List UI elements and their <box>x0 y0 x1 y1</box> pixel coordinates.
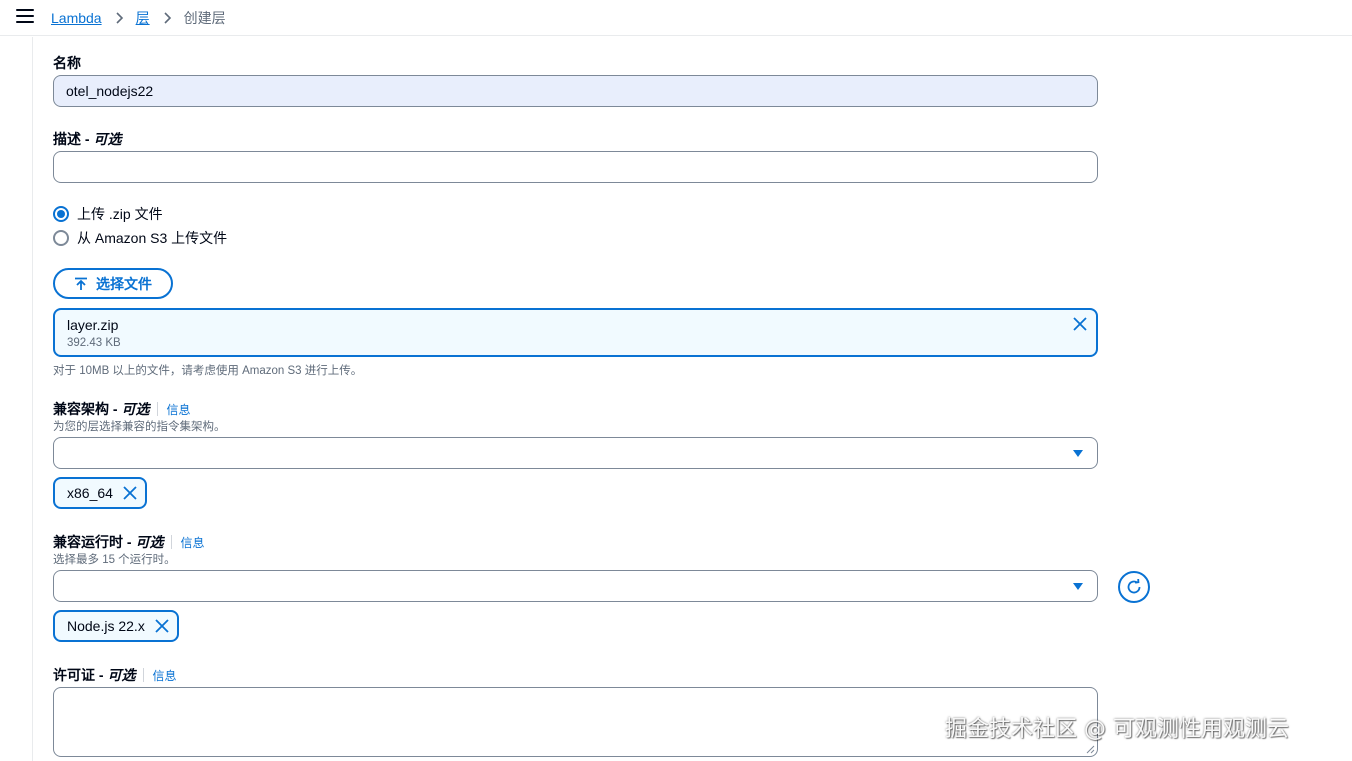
choose-file-button[interactable]: 选择文件 <box>53 268 173 299</box>
breadcrumb: Lambda 层 创建层 <box>51 8 226 28</box>
runtimes-info-link[interactable]: 信息 <box>180 536 204 550</box>
radio-unselected-icon[interactable] <box>53 230 69 246</box>
file-size: 392.43 KB <box>67 337 121 349</box>
left-rail-divider <box>32 37 33 761</box>
runtimes-description: 选择最多 15 个运行时。 <box>53 554 176 566</box>
selected-file-card: layer.zip 392.43 KB <box>53 308 1098 357</box>
license-label-text: 许可证 - <box>53 667 108 683</box>
radio-upload-zip-label: 上传 .zip 文件 <box>77 206 163 222</box>
architectures-select[interactable] <box>53 437 1098 469</box>
breadcrumb-lambda-link[interactable]: Lambda <box>51 10 102 26</box>
remove-token-icon[interactable] <box>155 619 169 633</box>
name-label: 名称 <box>53 55 81 71</box>
architectures-label: 兼容架构 - 可选 信息 <box>53 399 190 419</box>
optional-tag: 可选 <box>107 667 136 683</box>
remove-file-icon[interactable] <box>1073 317 1087 334</box>
chevron-right-icon <box>160 11 174 25</box>
chevron-right-icon <box>112 11 126 25</box>
divider <box>143 668 145 682</box>
optional-tag: 可选 <box>121 401 150 417</box>
architecture-token-label: x86_64 <box>67 485 113 501</box>
breadcrumb-current-page: 创建层 <box>183 10 226 26</box>
choose-file-label: 选择文件 <box>96 275 152 292</box>
refresh-runtimes-button[interactable] <box>1118 571 1150 603</box>
radio-selected-icon[interactable] <box>53 206 69 222</box>
description-label: 描述 - 可选 <box>53 129 121 149</box>
runtime-token-label: Node.js 22.x <box>67 618 145 634</box>
caret-down-icon <box>1073 450 1083 457</box>
file-name: layer.zip <box>67 317 119 333</box>
hamburger-menu-icon[interactable] <box>16 9 34 23</box>
breadcrumb-layers-link[interactable]: 层 <box>136 8 150 28</box>
divider <box>157 402 159 416</box>
watermark: 掘金技术社区 @ 可观测性用观测云 <box>945 717 1289 742</box>
upload-arrow-icon <box>75 277 87 290</box>
divider <box>171 535 173 549</box>
architectures-label-text: 兼容架构 - <box>53 401 122 417</box>
name-input[interactable] <box>53 75 1098 107</box>
optional-tag: 可选 <box>93 131 122 147</box>
architectures-description: 为您的层选择兼容的指令集架构。 <box>53 421 226 433</box>
top-navigation-bar: Lambda 层 创建层 <box>0 0 1352 36</box>
caret-down-icon <box>1073 583 1083 590</box>
architectures-info-link[interactable]: 信息 <box>166 403 190 417</box>
license-textarea[interactable] <box>53 687 1098 757</box>
architecture-token: x86_64 <box>53 477 147 509</box>
runtimes-select[interactable] <box>53 570 1098 602</box>
runtimes-label-text: 兼容运行时 - <box>53 534 136 550</box>
optional-tag: 可选 <box>135 534 164 550</box>
radio-upload-s3-label: 从 Amazon S3 上传文件 <box>77 230 228 246</box>
license-info-link[interactable]: 信息 <box>152 669 176 683</box>
resize-handle-icon <box>1086 745 1095 754</box>
runtime-token: Node.js 22.x <box>53 610 179 642</box>
description-label-text: 描述 - <box>53 131 94 147</box>
remove-token-icon[interactable] <box>123 486 137 500</box>
runtimes-label: 兼容运行时 - 可选 信息 <box>53 532 204 552</box>
license-label: 许可证 - 可选 信息 <box>53 665 176 685</box>
radio-upload-s3[interactable]: 从 Amazon S3 上传文件 <box>53 228 227 248</box>
refresh-icon <box>1127 578 1141 594</box>
radio-upload-zip[interactable]: 上传 .zip 文件 <box>53 204 163 224</box>
description-input[interactable] <box>53 151 1098 183</box>
file-size-hint: 对于 10MB 以上的文件，请考虑使用 Amazon S3 进行上传。 <box>53 365 363 377</box>
